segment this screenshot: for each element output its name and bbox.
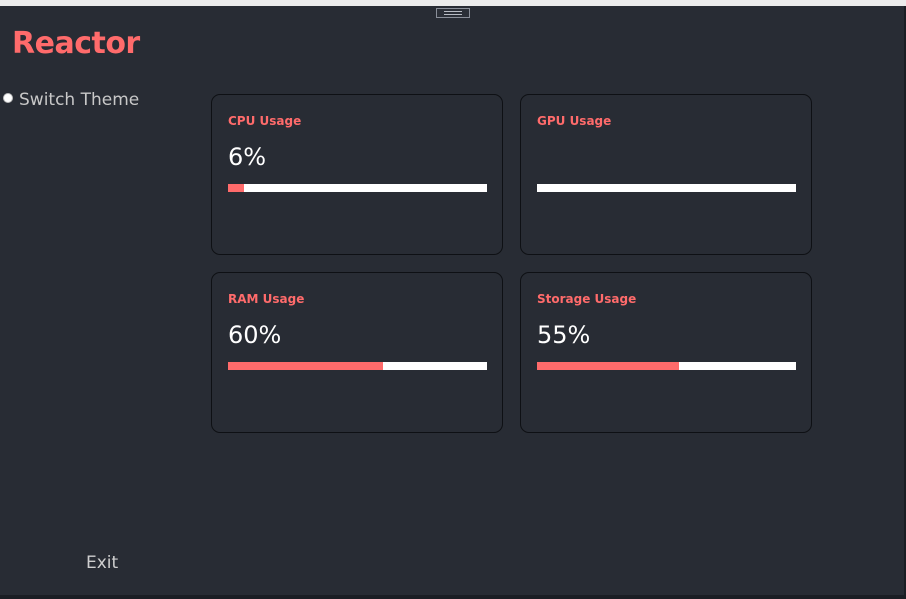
window-drag-handle[interactable] — [436, 8, 470, 18]
card-title: CPU Usage — [228, 114, 302, 128]
usage-progress-bar — [537, 184, 796, 192]
cpu-usage-card: CPU Usage 6% — [211, 94, 503, 255]
card-value: 55% — [537, 321, 591, 349]
exit-button[interactable]: Exit — [86, 553, 118, 573]
switch-theme-label: Switch Theme — [19, 90, 140, 110]
ram-usage-card: RAM Usage 60% — [211, 272, 503, 433]
storage-usage-card: Storage Usage 55% — [520, 272, 812, 433]
usage-progress-fill — [228, 184, 244, 192]
usage-progress-fill — [228, 362, 384, 370]
app-window: Reactor Switch Theme CPU Usage 6% GPU Us… — [0, 6, 906, 599]
app-title: Reactor — [12, 26, 140, 61]
switch-theme-toggle[interactable]: Switch Theme — [3, 90, 139, 110]
card-title: RAM Usage — [228, 292, 305, 306]
radio-icon[interactable] — [3, 93, 13, 103]
usage-progress-bar — [537, 362, 796, 370]
card-value: 6% — [228, 143, 267, 171]
card-title: Storage Usage — [537, 292, 637, 306]
usage-progress-fill — [537, 362, 680, 370]
usage-progress-bar — [228, 362, 487, 370]
card-value: 60% — [228, 321, 282, 349]
gpu-usage-card: GPU Usage — [520, 94, 812, 255]
card-title: GPU Usage — [537, 114, 612, 128]
usage-progress-bar — [228, 184, 487, 192]
